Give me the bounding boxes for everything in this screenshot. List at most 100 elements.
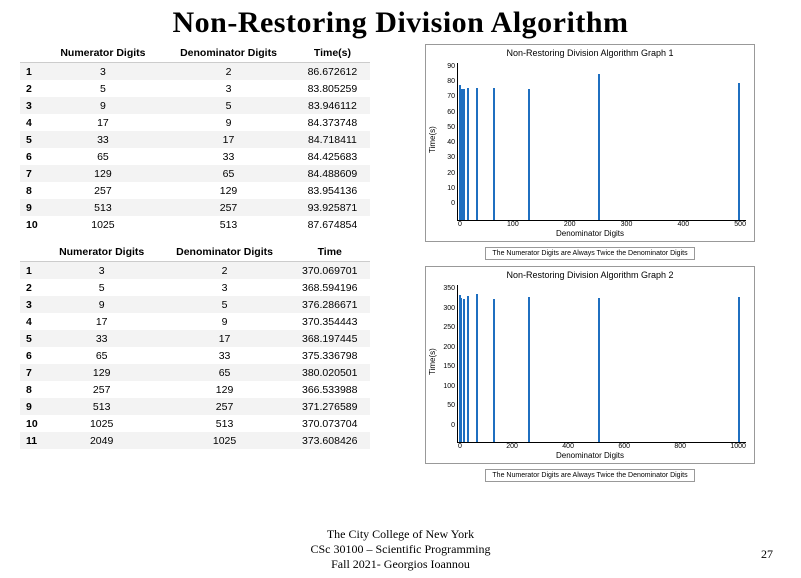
table-cell: 129 xyxy=(162,182,295,199)
table-cell: 93.925871 xyxy=(295,199,370,216)
chart-plot-area xyxy=(457,63,746,221)
table-cell: 83.805259 xyxy=(295,80,370,97)
table-cell: 3 xyxy=(44,262,160,280)
table-cell: 33 xyxy=(44,330,160,347)
tick-label: 80 xyxy=(439,78,455,85)
table-cell: 368.197445 xyxy=(289,330,370,347)
table-header: Numerator Digits xyxy=(44,243,160,262)
chart-xlabel: Denominator Digits xyxy=(426,450,754,463)
tick-label: 70 xyxy=(439,93,455,100)
table-cell: 9 xyxy=(44,97,162,114)
table-row: 53317368.197445 xyxy=(20,330,370,347)
table-row: 712965380.020501 xyxy=(20,364,370,381)
chart-bar xyxy=(476,88,478,220)
table-cell: 513 xyxy=(44,398,160,415)
table-row: 71296584.488609 xyxy=(20,165,370,182)
chart-bar xyxy=(598,298,600,442)
table-cell: 370.073704 xyxy=(289,415,370,432)
chart-xticks: 0100200300400500 xyxy=(426,221,754,228)
row-number: 9 xyxy=(20,398,44,415)
table-cell: 17 xyxy=(162,131,295,148)
table-row: 6653384.425683 xyxy=(20,148,370,165)
table-row: 253368.594196 xyxy=(20,279,370,296)
tick-label: 250 xyxy=(439,324,455,331)
table-cell: 17 xyxy=(44,114,162,131)
tick-label: 350 xyxy=(439,285,455,292)
row-number: 5 xyxy=(20,131,44,148)
tick-label: 40 xyxy=(439,139,455,146)
table-cell: 129 xyxy=(44,364,160,381)
tick-label: 1000 xyxy=(730,443,746,450)
table-cell: 129 xyxy=(160,381,290,398)
table-cell: 17 xyxy=(160,330,290,347)
table-cell: 33 xyxy=(162,148,295,165)
table-cell: 5 xyxy=(44,279,160,296)
table-cell: 84.488609 xyxy=(295,165,370,182)
table-cell: 2 xyxy=(160,262,290,280)
table-row: 10102551387.674854 xyxy=(20,216,370,233)
table-cell: 366.533988 xyxy=(289,381,370,398)
chart-yticks: 9080706050403020100 xyxy=(439,59,457,221)
table-cell: 9 xyxy=(162,114,295,131)
tick-label: 20 xyxy=(439,170,455,177)
row-number: 6 xyxy=(20,347,44,364)
tick-label: 800 xyxy=(674,443,686,450)
table-cell: 375.336798 xyxy=(289,347,370,364)
table-cell: 373.608426 xyxy=(289,432,370,449)
chart-yticks: 350300250200150100500 xyxy=(439,281,457,443)
table-2: Numerator DigitsDenominator DigitsTime 1… xyxy=(20,243,370,449)
tick-label: 300 xyxy=(439,305,455,312)
table-cell: 65 xyxy=(44,148,162,165)
table-row: 39583.946112 xyxy=(20,97,370,114)
table-header: Time xyxy=(289,243,370,262)
tick-label: 90 xyxy=(439,63,455,70)
table-cell: 87.674854 xyxy=(295,216,370,233)
table-cell: 33 xyxy=(44,131,162,148)
chart-1: Non-Restoring Division Algorithm Graph 1… xyxy=(425,44,755,242)
table-row: 825712983.954136 xyxy=(20,182,370,199)
table-cell: 1025 xyxy=(44,216,162,233)
tick-label: 200 xyxy=(439,344,455,351)
table-cell: 83.954136 xyxy=(295,182,370,199)
page-title: Non-Restoring Division Algorithm xyxy=(0,6,801,40)
table-cell: 65 xyxy=(162,165,295,182)
chart-caption: The Numerator Digits are Always Twice th… xyxy=(485,247,694,260)
chart-bar xyxy=(528,297,530,442)
tick-label: 0 xyxy=(458,443,462,450)
table-cell: 86.672612 xyxy=(295,63,370,81)
table-row: 101025513370.073704 xyxy=(20,415,370,432)
tick-label: 100 xyxy=(507,221,519,228)
tick-label: 500 xyxy=(734,221,746,228)
footer: The City College of New York CSc 30100 –… xyxy=(0,527,801,572)
row-number: 10 xyxy=(20,415,44,432)
table-row: 4179370.354443 xyxy=(20,313,370,330)
table-cell: 3 xyxy=(44,63,162,81)
chart-bar xyxy=(463,299,465,442)
table-cell: 257 xyxy=(162,199,295,216)
table-row: 951325793.925871 xyxy=(20,199,370,216)
tick-label: 600 xyxy=(618,443,630,450)
chart-2: Non-Restoring Division Algorithm Graph 2… xyxy=(425,266,755,464)
footer-line: Fall 2021- Georgios Ioannou xyxy=(0,557,801,572)
chart-xticks: 0 200 400 600 800 1000 xyxy=(426,443,754,450)
row-number: 2 xyxy=(20,80,44,97)
table-cell: 83.946112 xyxy=(295,97,370,114)
tick-label: 200 xyxy=(506,443,518,450)
table-row: 395376.286671 xyxy=(20,296,370,313)
table-cell: 65 xyxy=(160,364,290,381)
content-area: Numerator DigitsDenominator DigitsTime(s… xyxy=(0,44,801,484)
table-cell: 513 xyxy=(160,415,290,432)
row-number: 8 xyxy=(20,381,44,398)
row-number: 1 xyxy=(20,262,44,280)
chart-plot-area xyxy=(457,285,746,443)
table-cell: 257 xyxy=(44,182,162,199)
table-header: Denominator Digits xyxy=(162,44,295,63)
tick-label: 0 xyxy=(439,200,455,207)
table-cell: 9 xyxy=(160,313,290,330)
tick-label: 400 xyxy=(562,443,574,450)
table-cell: 1025 xyxy=(44,415,160,432)
chart-bar xyxy=(467,88,469,220)
chart-bar xyxy=(493,88,495,220)
table-cell: 513 xyxy=(44,199,162,216)
chart-bar xyxy=(738,83,740,220)
